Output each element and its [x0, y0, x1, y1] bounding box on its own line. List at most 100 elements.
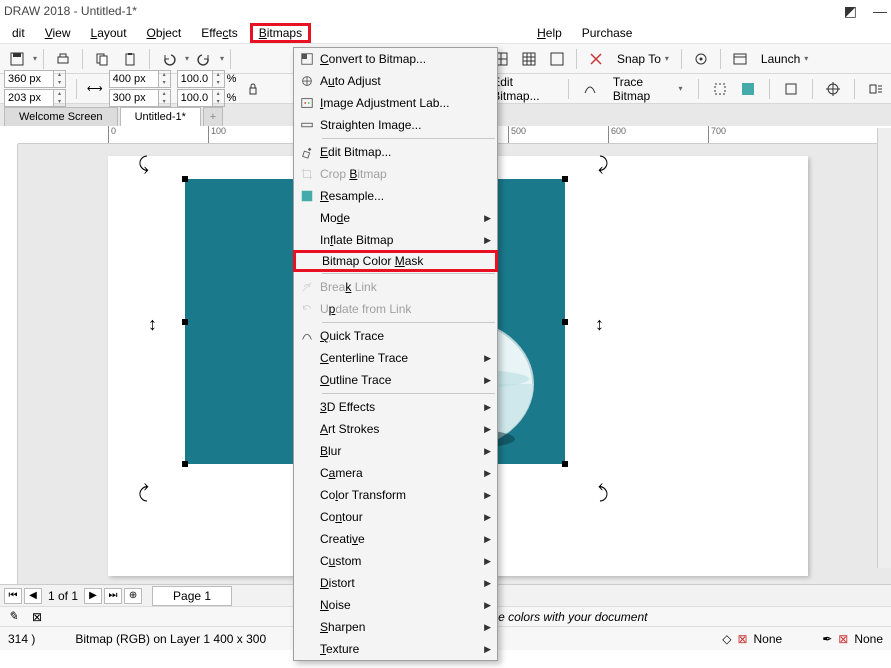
menu-item-label: Noise [320, 598, 480, 612]
page-tab[interactable]: Page 1 [152, 586, 232, 606]
menu-purchase[interactable]: Purchase [574, 24, 641, 42]
trace-bitmap-button[interactable]: Trace Bitmap▾ [607, 77, 689, 101]
handle-tl[interactable] [182, 176, 188, 182]
menu-help[interactable]: Help [529, 24, 570, 42]
pen-icon: ✒ [822, 632, 832, 646]
menu-item-label: Update from Link [320, 302, 491, 316]
page-next-button[interactable]: ▶ [84, 588, 102, 604]
menu-item-label: Distort [320, 576, 480, 590]
menu-item-label: Bitmap Color Mask [322, 254, 489, 268]
menu-item-colort[interactable]: Color Transform▶ [294, 484, 497, 506]
skew-arrow-icon: ↕ [595, 314, 604, 335]
trace-icon[interactable] [579, 76, 601, 102]
scale-y-field[interactable]: ▴▾% [177, 89, 237, 107]
resample-tool-icon[interactable] [737, 76, 759, 102]
lock-ratio-icon[interactable] [242, 76, 264, 102]
menu-item-label: Color Transform [320, 488, 480, 502]
grid2-icon[interactable] [516, 46, 542, 72]
menu-item-label: Texture [320, 642, 480, 656]
page-add-button[interactable]: ⊕ [124, 588, 142, 604]
menu-object[interactable]: Object [139, 24, 190, 42]
paste-icon[interactable] [117, 46, 143, 72]
menu-layout[interactable]: Layout [83, 24, 135, 42]
menu-item-texture[interactable]: Texture▶ [294, 638, 497, 660]
rotate-arrow-icon: ⤹ [138, 154, 149, 175]
scale-x-field[interactable]: ▴▾% [177, 70, 237, 88]
y-position-field[interactable]: ▴▾ [4, 89, 66, 107]
menu-item-mask[interactable]: Bitmap Color Mask [293, 250, 498, 272]
submenu-arrow-icon: ▶ [484, 468, 491, 479]
minimize-button[interactable]: — [873, 3, 887, 20]
redo-icon[interactable] [191, 46, 217, 72]
menu-item-label: Resample... [320, 189, 491, 203]
menu-item-center[interactable]: Centerline Trace▶ [294, 347, 497, 369]
menu-item-label: Blur [320, 444, 480, 458]
page-prev-button[interactable]: ◀ [24, 588, 42, 604]
page-last-button[interactable]: ⏭ [104, 588, 122, 604]
menu-item-ial[interactable]: Image Adjustment Lab... [294, 92, 497, 114]
snap-icon[interactable] [583, 46, 609, 72]
launch-dropdown[interactable]: Launch▾ [755, 47, 814, 71]
menu-item-mode[interactable]: Mode▶ [294, 207, 497, 229]
fill-icon: ◇ [722, 632, 731, 646]
rotate-arrow-icon: ⤹ [598, 154, 609, 175]
copy-icon[interactable] [89, 46, 115, 72]
app-title: DRAW 2018 - Untitled-1* [4, 4, 137, 18]
save-icon[interactable] [4, 46, 30, 72]
x-position-field[interactable]: ▴▾ [4, 70, 66, 88]
menu-item-art[interactable]: Art Strokes▶ [294, 418, 497, 440]
menu-item-noise[interactable]: Noise ▶ [294, 594, 497, 616]
tab-add[interactable]: + [203, 107, 223, 126]
snap-to-dropdown[interactable]: Snap To▾ [611, 47, 675, 71]
break-icon [294, 280, 320, 294]
menu-item-camera[interactable]: Camera ▶ [294, 462, 497, 484]
menu-effects[interactable]: Effects [193, 24, 245, 42]
print-icon[interactable] [50, 46, 76, 72]
bitmaps-dropdown: Convert to Bitmap...Auto AdjustImage Adj… [293, 47, 498, 661]
submenu-arrow-icon: ▶ [484, 402, 491, 413]
status-outline[interactable]: ✒ ⊠ None [822, 632, 883, 646]
height-field[interactable]: ▴▾ [109, 89, 171, 107]
menu-item-outline[interactable]: Outline Trace▶ [294, 369, 497, 391]
menu-item-straight[interactable]: Straighten Image... [294, 114, 497, 136]
submenu-arrow-icon: ▶ [484, 600, 491, 611]
status-fill[interactable]: ◇ ⊠ None [722, 632, 782, 646]
handle-br[interactable] [562, 461, 568, 467]
launch-icon[interactable] [727, 46, 753, 72]
crop-tool-icon[interactable] [709, 76, 731, 102]
menu-edit[interactable]: dit [4, 24, 33, 42]
handle-ml[interactable] [182, 319, 188, 325]
menu-item-blur[interactable]: Blur▶ [294, 440, 497, 462]
tab-document[interactable]: Untitled-1* [120, 107, 201, 126]
menu-item-contour[interactable]: Contour▶ [294, 506, 497, 528]
menu-item-creative[interactable]: Creative▶ [294, 528, 497, 550]
undo-icon[interactable] [156, 46, 182, 72]
menu-item-convert[interactable]: Convert to Bitmap... [294, 48, 497, 70]
tab-welcome[interactable]: Welcome Screen [4, 107, 118, 126]
page-first-button[interactable]: ⏮ [4, 588, 22, 604]
user-icon[interactable]: ◩ [844, 3, 857, 20]
handle-tr[interactable] [562, 176, 568, 182]
right-docker[interactable] [877, 128, 891, 568]
wrap-icon[interactable] [865, 76, 887, 102]
menu-item-distort[interactable]: Distort▶ [294, 572, 497, 594]
menu-item-3d[interactable]: 3D Effects▶ [294, 396, 497, 418]
align-icon[interactable] [823, 76, 845, 102]
menu-bitmaps[interactable]: Bitmaps [250, 23, 311, 43]
menu-view[interactable]: View [37, 24, 79, 42]
submenu-arrow-icon: ▶ [484, 353, 491, 364]
options-icon[interactable] [688, 46, 714, 72]
menu-item-edit[interactable]: Edit Bitmap... [294, 141, 497, 163]
menu-item-sharpen[interactable]: Sharpen▶ [294, 616, 497, 638]
width-field[interactable]: ▴▾ [109, 70, 171, 88]
handle-mr[interactable] [562, 319, 568, 325]
transform-icon[interactable] [780, 76, 802, 102]
menu-item-custom[interactable]: Custom▶ [294, 550, 497, 572]
menu-item-resample[interactable]: Resample... [294, 185, 497, 207]
grid3-icon[interactable] [544, 46, 570, 72]
menu-item-quick[interactable]: Quick Trace [294, 325, 497, 347]
menu-item-label: Camera [320, 466, 480, 480]
handle-bl[interactable] [182, 461, 188, 467]
menu-item-inflate[interactable]: Inflate Bitmap▶ [294, 229, 497, 251]
menu-item-auto[interactable]: Auto Adjust [294, 70, 497, 92]
